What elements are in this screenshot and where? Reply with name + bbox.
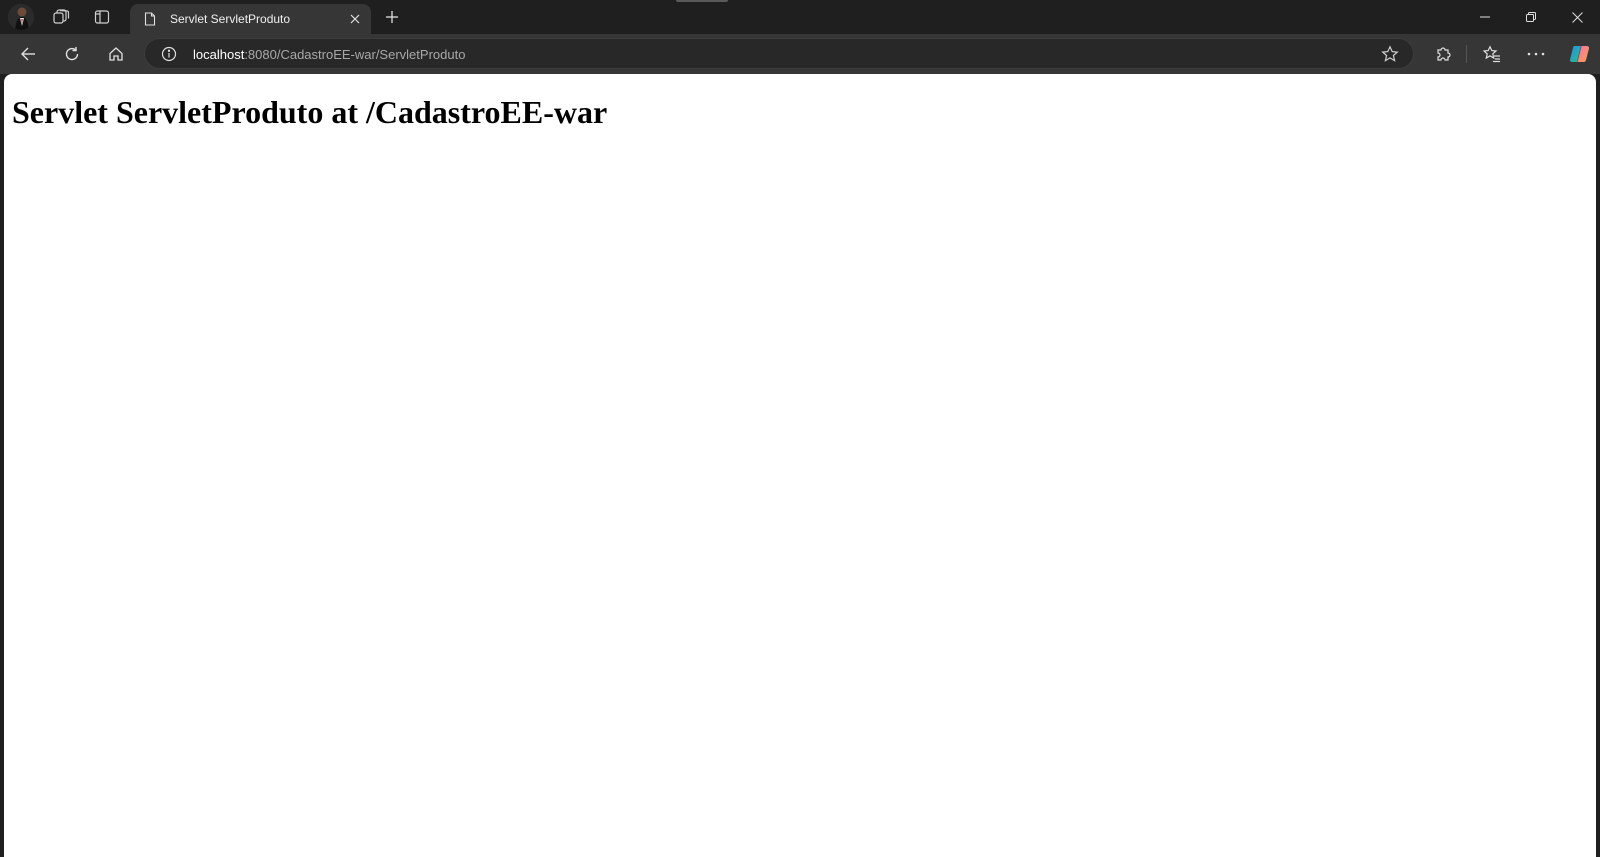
back-arrow-icon[interactable]: [12, 38, 44, 70]
workspaces-icon[interactable]: [47, 5, 75, 29]
minimize-icon[interactable]: [1462, 0, 1508, 34]
profile-avatar[interactable]: [8, 4, 34, 30]
url-host: localhost: [193, 47, 245, 62]
page-icon: [142, 11, 158, 27]
tab-close-icon[interactable]: [345, 9, 365, 29]
refresh-icon[interactable]: [56, 38, 88, 70]
title-bar: Servlet ServletProduto: [0, 0, 1600, 34]
page-heading: Servlet ServletProduto at /CadastroEE-wa…: [12, 94, 608, 130]
active-tab[interactable]: Servlet ServletProduto: [130, 4, 371, 34]
url-text[interactable]: localhost:8080/CadastroEE-war/ServletPro…: [193, 47, 465, 62]
favorites-icon[interactable]: [1476, 38, 1508, 70]
star-icon[interactable]: [1381, 45, 1399, 63]
url-path: :8080/CadastroEE-war/ServletProduto: [244, 47, 466, 62]
copilot-icon[interactable]: [1564, 38, 1596, 70]
tab-title: Servlet ServletProduto: [170, 12, 291, 26]
navigation-toolbar: localhost:8080/CadastroEE-war/ServletPro…: [0, 34, 1600, 74]
toolbar-separator: [1466, 45, 1467, 63]
more-icon[interactable]: [1520, 38, 1552, 70]
restore-icon[interactable]: [1508, 0, 1554, 34]
vertical-tabs-icon[interactable]: [88, 5, 116, 29]
info-icon[interactable]: [161, 46, 177, 62]
close-window-icon[interactable]: [1554, 0, 1600, 34]
plus-icon[interactable]: [378, 5, 406, 29]
window-snap-handle: [676, 0, 728, 2]
extensions-icon[interactable]: [1427, 38, 1459, 70]
page-viewport: Servlet ServletProduto at /CadastroEE-wa…: [4, 74, 1596, 857]
home-icon[interactable]: [100, 38, 132, 70]
address-bar[interactable]: localhost:8080/CadastroEE-war/ServletPro…: [144, 38, 1414, 69]
